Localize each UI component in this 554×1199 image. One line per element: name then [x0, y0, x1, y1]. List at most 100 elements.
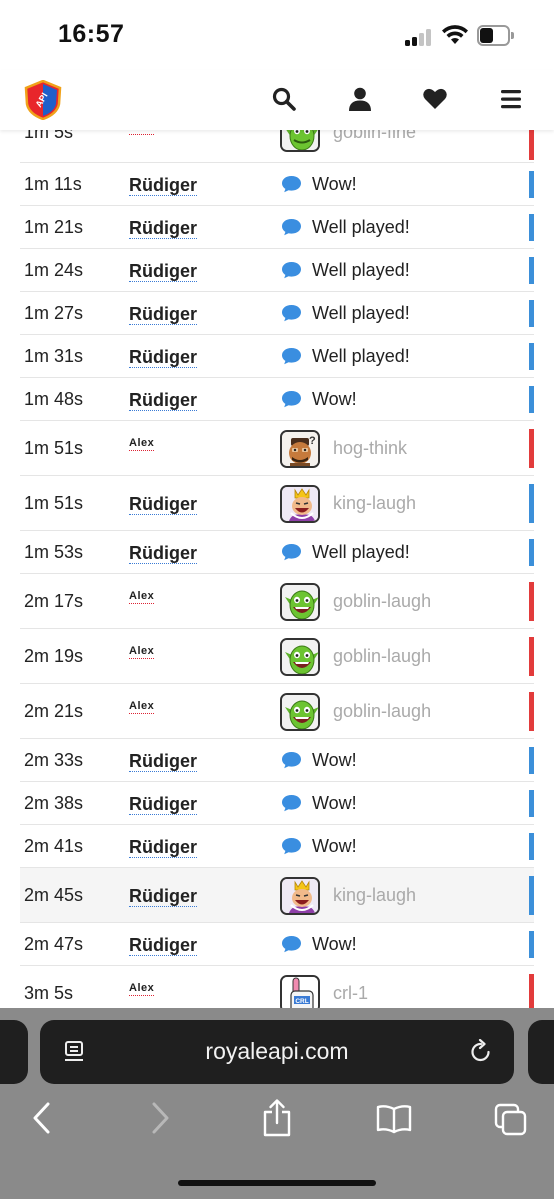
team-side-indicator: [529, 692, 534, 731]
row-time: 1m 27s: [24, 302, 84, 323]
back-icon[interactable]: [30, 1100, 54, 1136]
chat-message: Wow!: [312, 792, 357, 813]
share-icon[interactable]: [262, 1098, 292, 1138]
team-side-indicator: [529, 747, 534, 774]
heart-icon[interactable]: [422, 86, 448, 112]
row-time: 1m 53s: [24, 541, 84, 562]
battle-log-row: 2m 41s Rüdiger Wow!: [20, 825, 534, 868]
home-indicator: [178, 1180, 376, 1186]
team-side-indicator: [529, 637, 534, 676]
battle-log-row: 1m 24s Rüdiger Well played!: [20, 249, 534, 292]
row-time: 2m 41s: [24, 835, 84, 856]
battle-log-row: 1m 31s Rüdiger Well played!: [20, 335, 534, 378]
previous-tab-peek[interactable]: [0, 1020, 28, 1084]
team-side-indicator: [529, 214, 534, 241]
team-side-indicator: [529, 790, 534, 817]
chat-bubble-icon: [281, 175, 302, 193]
profile-icon[interactable]: [347, 86, 373, 112]
search-icon[interactable]: [271, 86, 297, 112]
emote-icon: [280, 484, 320, 523]
player-link[interactable]: Rüdiger: [129, 261, 198, 282]
player-link[interactable]: Alex: [129, 645, 155, 659]
battery-icon: [477, 25, 514, 46]
player-link[interactable]: Alex: [129, 437, 155, 451]
battle-log-row: 1m 53s Rüdiger Well played!: [20, 531, 534, 574]
status-time: 16:57: [58, 20, 125, 48]
emote-name: goblin-laugh: [333, 590, 432, 611]
player-link[interactable]: Rüdiger: [129, 347, 198, 368]
player-link[interactable]: Rüdiger: [129, 304, 198, 325]
address-bar[interactable]: royaleapi.com: [40, 1020, 514, 1084]
chat-bubble-icon: [281, 347, 302, 365]
reload-icon[interactable]: [468, 1039, 494, 1065]
emote-icon: [280, 637, 320, 676]
royaleapi-logo[interactable]: API: [24, 80, 62, 120]
player-link[interactable]: Rüdiger: [129, 751, 198, 772]
player-link[interactable]: Rüdiger: [129, 218, 198, 239]
emote-icon: [280, 692, 320, 731]
battle-log-row: 1m 48s Rüdiger Wow!: [20, 378, 534, 421]
player-link[interactable]: Alex: [129, 982, 155, 996]
player-link[interactable]: Rüdiger: [129, 543, 198, 564]
row-time: 2m 38s: [24, 792, 84, 813]
emote-icon: [280, 876, 320, 915]
next-tab-peek[interactable]: [528, 1020, 554, 1084]
cellular-signal-icon: [405, 28, 433, 46]
battle-log-row: 1m 11s Rüdiger Wow!: [20, 163, 534, 206]
status-bar: 16:57: [0, 0, 554, 70]
battle-log-row: 1m 51s Rüdiger king-laugh: [20, 476, 534, 531]
chat-message: Well played!: [312, 216, 410, 237]
player-link[interactable]: Rüdiger: [129, 935, 198, 956]
row-time: 1m 48s: [24, 388, 84, 409]
site-header: API: [0, 70, 554, 130]
url-text[interactable]: royaleapi.com: [40, 1038, 514, 1065]
player-link[interactable]: Rüdiger: [129, 390, 198, 411]
team-side-indicator: [529, 171, 534, 198]
player-link[interactable]: Rüdiger: [129, 886, 198, 907]
battle-log-row: 2m 45s Rüdiger king-laugh: [20, 868, 534, 923]
emote-icon: [280, 582, 320, 621]
tabs-icon[interactable]: [494, 1103, 528, 1137]
emote-name: goblin-laugh: [333, 645, 432, 666]
emote-name: king-laugh: [333, 884, 417, 905]
player-link[interactable]: Rüdiger: [129, 494, 198, 515]
emote-name: hog-think: [333, 437, 408, 458]
row-time: 2m 21s: [24, 700, 84, 721]
player-link[interactable]: Alex: [129, 700, 155, 714]
chat-bubble-icon: [281, 543, 302, 561]
menu-icon[interactable]: [499, 86, 525, 112]
chat-message: Wow!: [312, 173, 357, 194]
chat-bubble-icon: [281, 390, 302, 408]
battle-log-list: 1m 5sAlexgoblin-fine1m 11sRüdigerWow!1m …: [20, 114, 534, 1021]
emote-name: goblin-laugh: [333, 700, 432, 721]
battle-log-row: 2m 21s Alex goblin-laugh: [20, 684, 534, 739]
row-time: 1m 24s: [24, 259, 84, 280]
row-time: 3m 5s: [24, 982, 74, 1003]
team-side-indicator: [529, 429, 534, 468]
battle-log-row: 1m 27s Rüdiger Well played!: [20, 292, 534, 335]
row-time: 2m 19s: [24, 645, 84, 666]
chat-message: Well played!: [312, 302, 410, 323]
player-link[interactable]: Rüdiger: [129, 794, 198, 815]
chat-message: Wow!: [312, 388, 357, 409]
chat-bubble-icon: [281, 794, 302, 812]
row-time: 1m 51s: [24, 492, 84, 513]
team-side-indicator: [529, 539, 534, 566]
chat-bubble-icon: [281, 935, 302, 953]
player-link[interactable]: Rüdiger: [129, 175, 198, 196]
emote-icon: ?: [280, 429, 320, 468]
wifi-icon: [442, 25, 468, 44]
player-link[interactable]: Alex: [129, 590, 155, 604]
battle-log-row: 2m 19s Alex goblin-laugh: [20, 629, 534, 684]
chat-message: Well played!: [312, 345, 410, 366]
chat-bubble-icon: [281, 304, 302, 322]
forward-icon[interactable]: [148, 1100, 172, 1136]
team-side-indicator: [529, 931, 534, 958]
svg-text:?: ?: [309, 435, 316, 447]
bookmarks-icon[interactable]: [376, 1104, 412, 1134]
player-link[interactable]: Rüdiger: [129, 837, 198, 858]
chat-bubble-icon: [281, 751, 302, 769]
row-time: 1m 11s: [24, 173, 82, 194]
row-time: 1m 31s: [24, 345, 84, 366]
battle-log-row: 1m 51s Alex? hog-think: [20, 421, 534, 476]
